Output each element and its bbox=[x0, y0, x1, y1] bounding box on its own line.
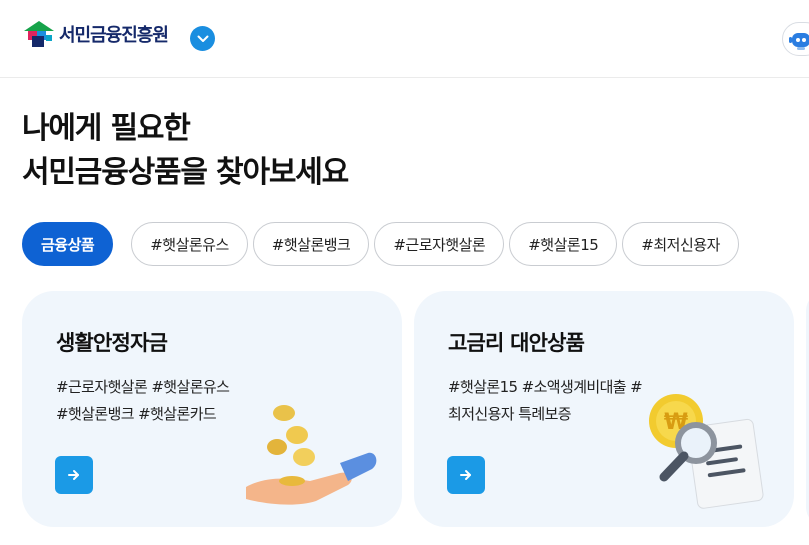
tag-financial-products[interactable]: 금융상품 bbox=[22, 222, 114, 266]
card-title: 생활안정자금 bbox=[56, 331, 168, 355]
product-card-living-stability[interactable]: 생활안정자금 #근로자햇살론 #햇살론유스 #햇살론뱅크 #햇살론카드 bbox=[22, 291, 402, 527]
tag-sunshine-youth[interactable]: #햇살론유스 bbox=[131, 222, 248, 266]
card-arrow-button[interactable] bbox=[447, 456, 485, 494]
tag-worker-sunshine[interactable]: #근로자햇살론 bbox=[374, 222, 505, 266]
category-tag-row: 금융상품 #햇살론유스 #햇살론뱅크 #근로자햇살론 #햇살론15 #최저신용자 bbox=[22, 222, 739, 266]
chevron-down-icon bbox=[197, 35, 208, 42]
chatbot-button[interactable] bbox=[782, 22, 809, 56]
site-logo[interactable]: 서민금융진흥원 bbox=[22, 19, 169, 49]
won-coin-magnifier-icon: ₩ bbox=[649, 394, 764, 509]
card-title: 고금리 대안상품 bbox=[448, 331, 585, 355]
site-header: 서민금융진흥원 bbox=[0, 0, 809, 78]
card-tags-line-1: #근로자햇살론 #햇살론유스 bbox=[56, 378, 230, 396]
headline-line-2: 서민금융상품을 찾아보세요 bbox=[22, 155, 349, 190]
logo-mark-icon bbox=[22, 19, 56, 49]
page-headline: 나에게 필요한 서민금융상품을 찾아보세요 bbox=[22, 107, 349, 195]
arrow-right-icon bbox=[460, 470, 471, 480]
tag-sunshine-bank[interactable]: #햇살론뱅크 bbox=[252, 222, 370, 266]
logo-text: 서민금융진흥원 bbox=[59, 25, 169, 46]
site-menu-toggle[interactable] bbox=[190, 26, 215, 51]
coins-hand-icon bbox=[246, 405, 377, 505]
headline-line-1: 나에게 필요한 bbox=[22, 111, 191, 146]
card-arrow-button[interactable] bbox=[55, 456, 93, 494]
product-card-high-interest-alternative[interactable]: 고금리 대안상품 #햇살론15 #소액생계비대출 # 최저신용자 특례보증 ₩ bbox=[414, 291, 794, 527]
tag-lowest-credit[interactable]: #최저신용자 bbox=[622, 222, 739, 266]
chatbot-icon bbox=[789, 33, 809, 50]
arrow-right-icon bbox=[68, 470, 79, 480]
tag-sunshine-15[interactable]: #햇살론15 bbox=[509, 222, 618, 266]
